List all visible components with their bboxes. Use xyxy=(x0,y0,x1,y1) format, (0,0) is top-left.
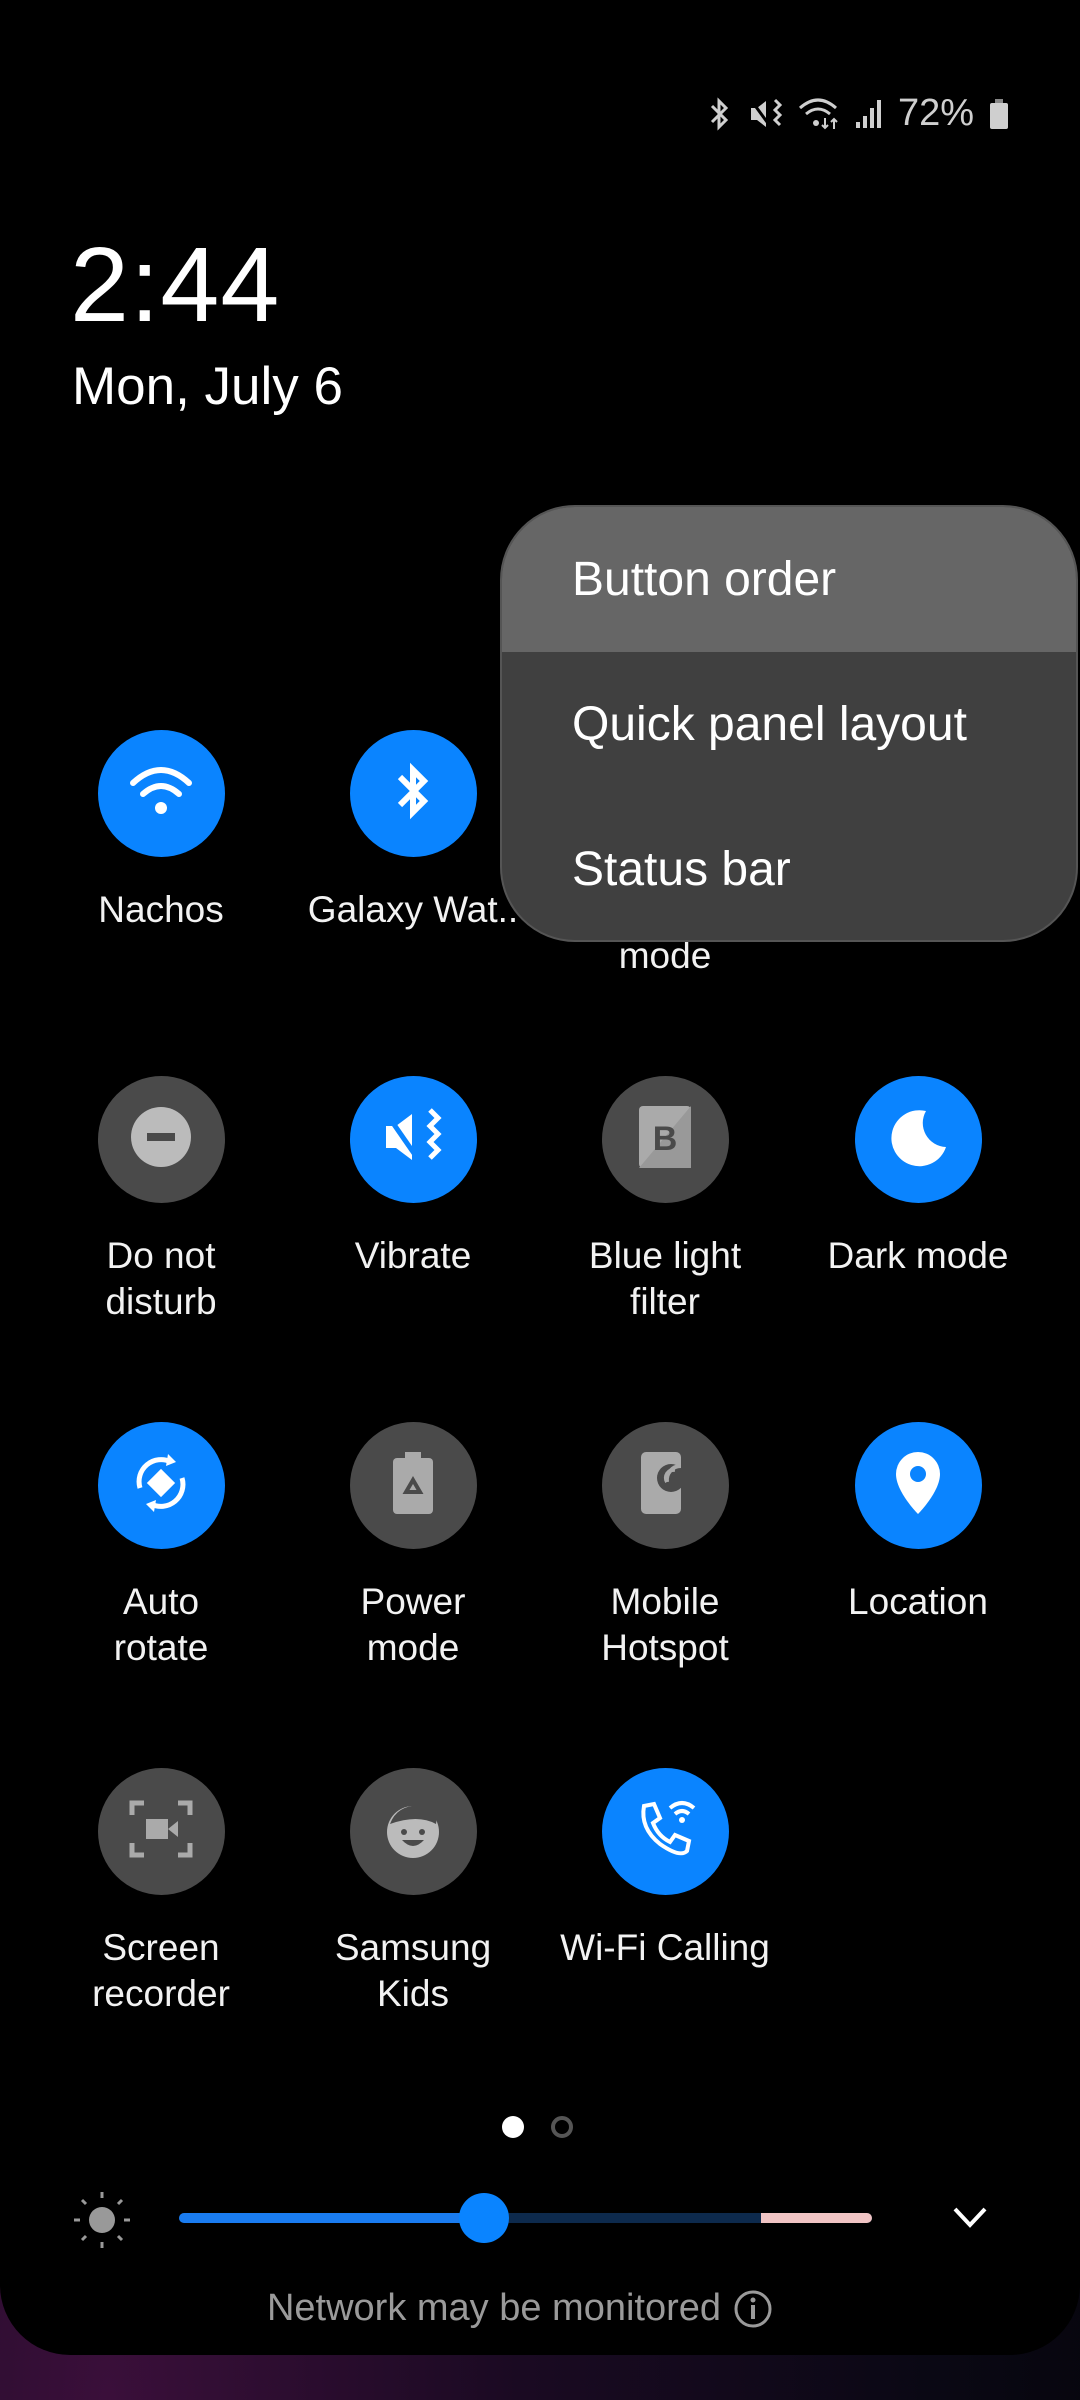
brightness-fill xyxy=(179,2213,484,2223)
vibrate-icon xyxy=(749,98,783,127)
tile-wi-fi-calling[interactable]: Wi-Fi Calling xyxy=(540,1768,790,1971)
page-indicator xyxy=(502,2116,573,2138)
page-dot[interactable] xyxy=(551,2116,573,2138)
tile-toggle[interactable] xyxy=(601,1768,729,1895)
extra-brightness-range xyxy=(761,2213,872,2223)
bluetooth-icon xyxy=(388,759,438,828)
tile-toggle[interactable] xyxy=(601,1422,729,1549)
wifi-icon xyxy=(798,98,838,129)
status-bar: 72% xyxy=(704,92,1010,135)
do-not-disturb-icon xyxy=(129,1105,193,1174)
hotspot-icon xyxy=(635,1448,695,1523)
moon-icon xyxy=(886,1105,950,1174)
options-menu: Button order Quick panel layout Status b… xyxy=(500,505,1078,942)
tile-label: Auto rotate xyxy=(113,1581,209,1668)
date: Mon, July 6 xyxy=(72,357,344,416)
brightness-slider[interactable] xyxy=(179,2213,872,2223)
svg-text:B: B xyxy=(653,1120,678,1158)
tile-toggle[interactable] xyxy=(97,1768,225,1895)
tile-label: Mobile Hotspot xyxy=(601,1581,729,1668)
network-notice[interactable]: Network may be monitored xyxy=(0,2287,1040,2330)
tile-toggle[interactable] xyxy=(854,1422,982,1549)
wifi-icon xyxy=(129,763,193,824)
tile-label: Galaxy Wat.. xyxy=(307,889,519,930)
tile-toggle[interactable] xyxy=(97,1076,225,1203)
info-icon[interactable] xyxy=(733,2289,773,2329)
brightness-thumb[interactable] xyxy=(458,2193,509,2243)
rotate-icon xyxy=(126,1448,196,1523)
battery-recycle-icon xyxy=(388,1448,438,1523)
tile-toggle[interactable] xyxy=(349,1076,477,1203)
tile-label: Power mode xyxy=(360,1581,466,1668)
tile-toggle[interactable] xyxy=(349,1422,477,1549)
tile-location[interactable]: Location xyxy=(793,1422,1043,1625)
tile-toggle[interactable] xyxy=(349,730,477,857)
tile-vibrate[interactable]: Vibrate xyxy=(288,1076,538,1279)
tile-mobile-hotspot[interactable]: Mobile Hotspot xyxy=(540,1422,790,1671)
page-dot-active[interactable] xyxy=(502,2116,524,2138)
battery-icon xyxy=(990,98,1008,129)
bluetooth-icon xyxy=(710,96,729,131)
menu-item-button-order[interactable]: Button order xyxy=(502,507,1076,652)
network-notice-text: Network may be monitored xyxy=(266,2287,722,2329)
tile-label: Samsung Kids xyxy=(334,1927,492,2014)
blue-light-icon: B xyxy=(635,1102,695,1177)
tile-blue-light-filter[interactable]: B Blue light filter xyxy=(540,1076,790,1325)
tile-label: Blue light filter xyxy=(588,1235,742,1322)
screen-recorder-icon xyxy=(126,1797,196,1866)
tile-toggle[interactable]: B xyxy=(601,1076,729,1203)
brightness-sun-icon xyxy=(74,2192,130,2248)
tile-label: Screen recorder xyxy=(92,1927,230,2014)
tile-label: Dark mode xyxy=(827,1235,1009,1276)
tile-power-mode[interactable]: Power mode xyxy=(288,1422,538,1671)
chevron-down-icon[interactable] xyxy=(950,2203,990,2233)
menu-item-quick-panel-layout[interactable]: Quick panel layout xyxy=(502,652,1076,797)
tile-nachos[interactable]: Nachos xyxy=(36,730,286,933)
tile-screen-recorder[interactable]: Screen recorder xyxy=(36,1768,286,2017)
tile-auto-rotate[interactable]: Auto rotate xyxy=(36,1422,286,1671)
tile-do-not-disturb[interactable]: Do not disturb xyxy=(36,1076,286,1325)
menu-item-status-bar[interactable]: Status bar xyxy=(502,797,1076,942)
tile-dark-mode[interactable]: Dark mode xyxy=(793,1076,1043,1279)
battery-percent: 72% xyxy=(897,92,974,134)
tile-label: Vibrate xyxy=(354,1235,472,1276)
tile-label: Do not disturb xyxy=(105,1235,217,1322)
tile-toggle[interactable] xyxy=(854,1076,982,1203)
kids-face-icon xyxy=(378,1794,448,1869)
tile-label: Wi-Fi Calling xyxy=(560,1927,770,1968)
tile-toggle[interactable] xyxy=(349,1768,477,1895)
tile-label: Location xyxy=(848,1581,988,1622)
vibrate-icon xyxy=(378,1102,448,1177)
tile-samsung-kids[interactable]: Samsung Kids xyxy=(288,1768,538,2017)
signal-icon xyxy=(855,99,881,128)
tile-toggle[interactable] xyxy=(97,730,225,857)
tile-label: Nachos xyxy=(98,889,224,930)
wifi-calling-icon xyxy=(630,1794,700,1869)
clock: 2:44 xyxy=(70,226,281,344)
tile-toggle[interactable] xyxy=(97,1422,225,1549)
location-pin-icon xyxy=(890,1448,946,1523)
